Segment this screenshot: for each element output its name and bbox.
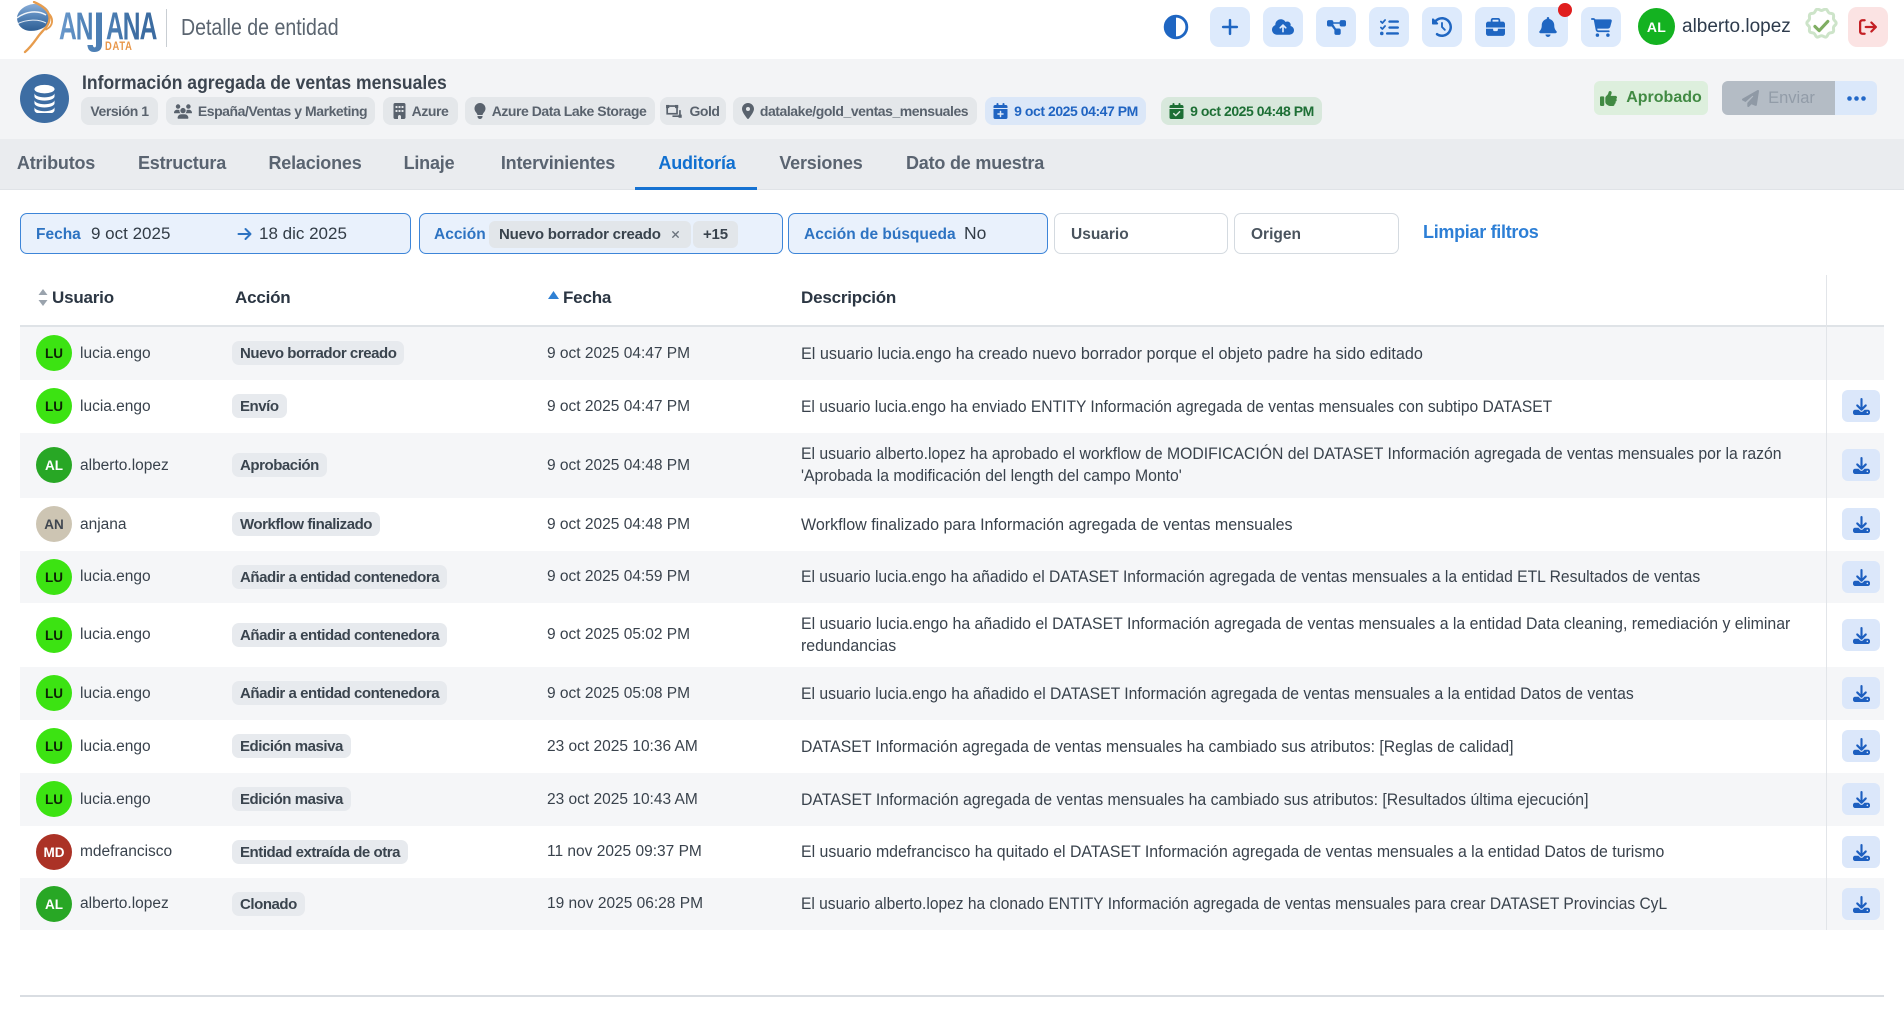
svg-text:AN: AN [59,4,93,48]
svg-text:DATA: DATA [105,40,133,53]
